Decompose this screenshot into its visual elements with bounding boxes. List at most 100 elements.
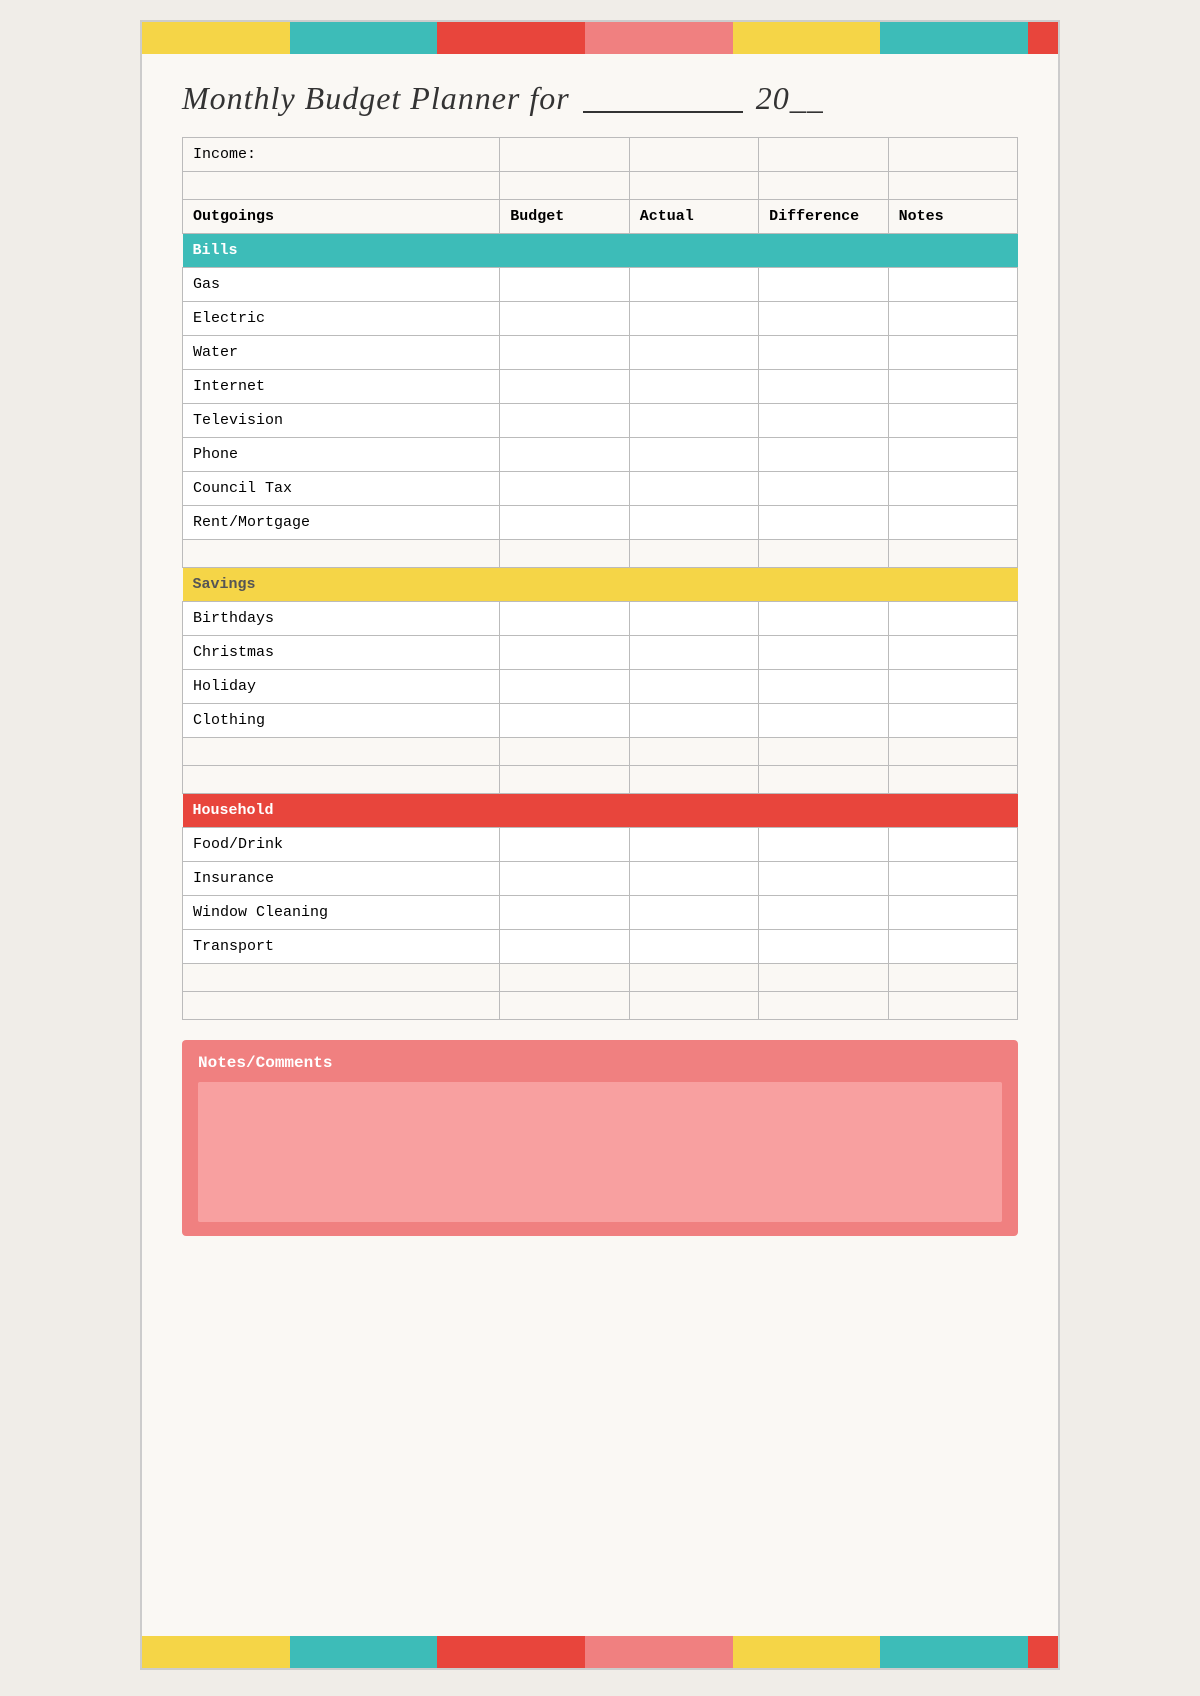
holiday-budget[interactable] xyxy=(500,670,629,704)
council-tax-notes[interactable] xyxy=(888,472,1017,506)
holiday-notes[interactable] xyxy=(888,670,1017,704)
gas-difference[interactable] xyxy=(759,268,888,302)
col-difference: Difference xyxy=(759,200,888,234)
label-electric: Electric xyxy=(183,302,500,336)
top-color-bar xyxy=(142,22,1058,54)
insurance-notes[interactable] xyxy=(888,862,1017,896)
window-cleaning-difference[interactable] xyxy=(759,896,888,930)
clothing-actual[interactable] xyxy=(629,704,758,738)
transport-actual[interactable] xyxy=(629,930,758,964)
insurance-budget[interactable] xyxy=(500,862,629,896)
internet-difference[interactable] xyxy=(759,370,888,404)
window-cleaning-actual[interactable] xyxy=(629,896,758,930)
window-cleaning-notes[interactable] xyxy=(888,896,1017,930)
bottom-bar-yellow-1 xyxy=(142,1636,290,1668)
clothing-notes[interactable] xyxy=(888,704,1017,738)
title-name-line xyxy=(583,74,743,113)
spacer-row-1 xyxy=(183,172,1018,200)
birthdays-notes[interactable] xyxy=(888,602,1017,636)
electric-actual[interactable] xyxy=(629,302,758,336)
insurance-actual[interactable] xyxy=(629,862,758,896)
column-header-row: Outgoings Budget Actual Difference Notes xyxy=(183,200,1018,234)
internet-budget[interactable] xyxy=(500,370,629,404)
rent-difference[interactable] xyxy=(759,506,888,540)
phone-difference[interactable] xyxy=(759,438,888,472)
food-budget[interactable] xyxy=(500,828,629,862)
birthdays-actual[interactable] xyxy=(629,602,758,636)
label-clothing: Clothing xyxy=(183,704,500,738)
television-actual[interactable] xyxy=(629,404,758,438)
page-title: Monthly Budget Planner for 20__ xyxy=(182,74,1018,117)
rent-budget[interactable] xyxy=(500,506,629,540)
gas-notes[interactable] xyxy=(888,268,1017,302)
row-insurance: Insurance xyxy=(183,862,1018,896)
holiday-actual[interactable] xyxy=(629,670,758,704)
christmas-difference[interactable] xyxy=(759,636,888,670)
label-gas: Gas xyxy=(183,268,500,302)
label-insurance: Insurance xyxy=(183,862,500,896)
phone-budget[interactable] xyxy=(500,438,629,472)
label-food-drink: Food/Drink xyxy=(183,828,500,862)
phone-actual[interactable] xyxy=(629,438,758,472)
holiday-difference[interactable] xyxy=(759,670,888,704)
christmas-budget[interactable] xyxy=(500,636,629,670)
water-actual[interactable] xyxy=(629,336,758,370)
content-area: Monthly Budget Planner for 20__ Income: xyxy=(142,54,1058,1636)
row-birthdays: Birthdays xyxy=(183,602,1018,636)
council-tax-difference[interactable] xyxy=(759,472,888,506)
row-electric: Electric xyxy=(183,302,1018,336)
row-water: Water xyxy=(183,336,1018,370)
birthdays-budget[interactable] xyxy=(500,602,629,636)
television-notes[interactable] xyxy=(888,404,1017,438)
transport-notes[interactable] xyxy=(888,930,1017,964)
bar-teal-1 xyxy=(290,22,438,54)
phone-notes[interactable] xyxy=(888,438,1017,472)
col-actual: Actual xyxy=(629,200,758,234)
window-cleaning-budget[interactable] xyxy=(500,896,629,930)
title-year-prefix: 20 xyxy=(756,80,790,116)
christmas-actual[interactable] xyxy=(629,636,758,670)
food-difference[interactable] xyxy=(759,828,888,862)
clothing-budget[interactable] xyxy=(500,704,629,738)
electric-difference[interactable] xyxy=(759,302,888,336)
row-council-tax: Council Tax xyxy=(183,472,1018,506)
bottom-color-bar xyxy=(142,1636,1058,1668)
bills-label: Bills xyxy=(183,234,1018,268)
water-notes[interactable] xyxy=(888,336,1017,370)
gas-budget[interactable] xyxy=(500,268,629,302)
bar-yellow-2 xyxy=(733,22,881,54)
income-notes xyxy=(888,138,1017,172)
council-tax-actual[interactable] xyxy=(629,472,758,506)
row-rent-mortgage: Rent/Mortgage xyxy=(183,506,1018,540)
bottom-bar-red-2 xyxy=(1028,1636,1058,1668)
rent-actual[interactable] xyxy=(629,506,758,540)
transport-budget[interactable] xyxy=(500,930,629,964)
row-clothing: Clothing xyxy=(183,704,1018,738)
notes-title: Notes/Comments xyxy=(198,1054,1002,1072)
notes-content-area[interactable] xyxy=(198,1082,1002,1222)
food-notes[interactable] xyxy=(888,828,1017,862)
electric-budget[interactable] xyxy=(500,302,629,336)
title-year-line: __ xyxy=(790,80,824,116)
gas-actual[interactable] xyxy=(629,268,758,302)
electric-notes[interactable] xyxy=(888,302,1017,336)
transport-difference[interactable] xyxy=(759,930,888,964)
clothing-difference[interactable] xyxy=(759,704,888,738)
insurance-difference[interactable] xyxy=(759,862,888,896)
council-tax-budget[interactable] xyxy=(500,472,629,506)
water-difference[interactable] xyxy=(759,336,888,370)
television-difference[interactable] xyxy=(759,404,888,438)
christmas-notes[interactable] xyxy=(888,636,1017,670)
household-section-header: Household xyxy=(183,794,1018,828)
birthdays-difference[interactable] xyxy=(759,602,888,636)
bottom-bar-teal-1 xyxy=(290,1636,438,1668)
television-budget[interactable] xyxy=(500,404,629,438)
row-holiday: Holiday xyxy=(183,670,1018,704)
rent-notes[interactable] xyxy=(888,506,1017,540)
internet-actual[interactable] xyxy=(629,370,758,404)
food-actual[interactable] xyxy=(629,828,758,862)
internet-notes[interactable] xyxy=(888,370,1017,404)
income-label: Income: xyxy=(183,138,500,172)
water-budget[interactable] xyxy=(500,336,629,370)
income-budget xyxy=(500,138,629,172)
